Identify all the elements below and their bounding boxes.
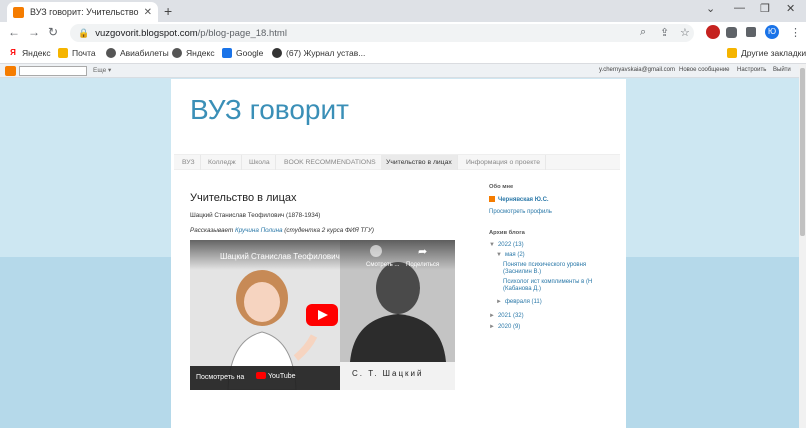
- share-icon[interactable]: ⇪: [660, 26, 669, 39]
- folder-icon: [727, 48, 737, 58]
- blogger-logo-icon[interactable]: [5, 66, 16, 76]
- youtube-embed[interactable]: Шацкий Станислав Теофилович Смотреть ...…: [190, 240, 455, 390]
- tab-school[interactable]: Школа: [244, 155, 276, 170]
- watch-on-youtube-bar[interactable]: Посмотреть на YouTube: [190, 366, 340, 390]
- video-title[interactable]: Шацкий Станислав Теофилович: [220, 252, 340, 261]
- tab-book-recommendations[interactable]: BOOK RECOMMENDATIONS: [279, 155, 382, 170]
- url-path: /p/blog-page_18.html: [197, 27, 287, 39]
- sign-out-link[interactable]: Выйти: [773, 67, 791, 73]
- bookmark-item[interactable]: Авиабилеты: [106, 48, 169, 58]
- archive-post-2-author[interactable]: (Кабанова Д.): [503, 286, 541, 292]
- browser-toolbar: ← → ↻ 🔒 vuzgovorit.blogspot.com/p/blog-p…: [0, 22, 806, 44]
- blog-title[interactable]: ВУЗ говорит: [190, 94, 349, 126]
- scrollbar-thumb[interactable]: [800, 68, 805, 236]
- share-label[interactable]: Поделиться: [406, 262, 439, 268]
- tab-teaching-faces[interactable]: Учительство в лицах: [381, 155, 458, 170]
- author-link[interactable]: Кручина Полина: [235, 227, 283, 234]
- tab-title: ВУЗ говорит: Учительство в лиц: [30, 7, 140, 17]
- new-post-link[interactable]: Новое сообщение: [679, 67, 730, 73]
- minimize-icon[interactable]: —: [734, 2, 745, 14]
- watch-later-label[interactable]: Смотреть ...: [366, 262, 399, 268]
- bookmark-star-icon[interactable]: ☆: [680, 26, 690, 39]
- browser-tab-strip: ВУЗ говорит: Учительство в лиц ✕ + ⌄ — ❐…: [0, 0, 806, 22]
- watch-later-icon[interactable]: [370, 245, 382, 257]
- bookmark-item[interactable]: Google: [222, 48, 263, 58]
- other-bookmarks[interactable]: Другие закладки: [727, 48, 806, 58]
- tab-about-project[interactable]: Информация о проекте: [461, 155, 547, 170]
- post-title: Учительство в лицах: [190, 192, 297, 204]
- bookmark-item[interactable]: (67) Журнал устав...: [272, 48, 365, 58]
- address-bar[interactable]: 🔒 vuzgovorit.blogspot.com/p/blog-page_18…: [70, 24, 694, 42]
- bookmark-item[interactable]: Я Яндекс: [8, 48, 50, 58]
- page-tabs: ВУЗ Колледж Школа BOOK RECOMMENDATIONS У…: [174, 154, 620, 170]
- post-author: Рассказывает Кручина Полина (студентка 2…: [190, 227, 374, 234]
- google-icon: [222, 48, 232, 58]
- expand-arrow-icon[interactable]: ▼: [489, 242, 495, 248]
- search-icon[interactable]: ⌕: [640, 26, 646, 39]
- extension-red-icon[interactable]: [706, 25, 720, 39]
- youtube-logo-icon: YouTube: [256, 372, 296, 380]
- url-host: vuzgovorit.blogspot.com: [95, 27, 198, 39]
- profile-name[interactable]: Чернявская Ю.С.: [489, 196, 549, 203]
- archive-post-2[interactable]: Психолог ист комплименты в (Н: [503, 279, 592, 285]
- about-heading: Обо мне: [489, 184, 514, 190]
- collapsed-arrow-icon[interactable]: ►: [489, 313, 495, 319]
- archive-year-2022[interactable]: ▼ 2022 (13): [489, 242, 524, 248]
- globe-icon: [172, 48, 182, 58]
- menu-kebab-icon[interactable]: ⋮: [790, 26, 801, 39]
- forward-icon[interactable]: →: [28, 25, 40, 39]
- next-blog-link[interactable]: Еще ▾: [93, 66, 111, 74]
- profile-avatar[interactable]: Ю: [765, 25, 779, 39]
- blog-search-input[interactable]: [19, 66, 87, 76]
- bookmark-item[interactable]: Почта: [58, 48, 96, 58]
- globe-icon: [106, 48, 116, 58]
- tab-college[interactable]: Колледж: [203, 155, 242, 170]
- bookmarks-bar: Я Яндекс Почта Авиабилеты Яндекс Google (…: [0, 44, 806, 64]
- new-tab-icon[interactable]: +: [164, 3, 172, 19]
- back-icon[interactable]: ←: [8, 25, 20, 39]
- bookmark-item[interactable]: Яндекс: [172, 48, 215, 58]
- browser-tab[interactable]: ВУЗ говорит: Учительство в лиц ✕: [7, 2, 158, 22]
- expand-arrow-icon[interactable]: ▼: [496, 252, 502, 258]
- play-button[interactable]: [306, 304, 338, 326]
- reading-list-icon[interactable]: [746, 27, 756, 37]
- lock-icon[interactable]: 🔒: [78, 28, 89, 39]
- tab-vuz[interactable]: ВУЗ: [177, 155, 201, 170]
- portrait-caption: С. Т. Шацкий: [352, 369, 424, 378]
- collapsed-arrow-icon[interactable]: ►: [489, 324, 495, 330]
- extensions-puzzle-icon[interactable]: [726, 27, 737, 38]
- blog-content: ВУЗ говорит ВУЗ Колледж Школа BOOK RECOM…: [171, 79, 626, 428]
- mail-icon: [58, 48, 68, 58]
- collapsed-arrow-icon[interactable]: ►: [496, 299, 502, 305]
- archive-post-1-author[interactable]: (Заснилин В.): [503, 269, 541, 275]
- blogger-favicon-icon: [13, 6, 24, 18]
- archive-year-2020[interactable]: ► 2020 (9): [489, 324, 520, 330]
- archive-month-february[interactable]: ► февраля (11): [496, 299, 542, 305]
- yandex-icon: Я: [10, 48, 16, 57]
- reload-icon[interactable]: ↻: [48, 25, 58, 39]
- archive-post-1[interactable]: Понятие психического уровня: [503, 262, 586, 268]
- blogger-profile-icon: [489, 196, 495, 202]
- archive-month-may[interactable]: ▼ мая (2): [496, 252, 525, 258]
- design-link[interactable]: Настроить: [737, 67, 766, 73]
- close-tab-icon[interactable]: ✕: [144, 7, 152, 18]
- archive-heading: Архив блога: [489, 230, 525, 236]
- archive-year-2021[interactable]: ► 2021 (32): [489, 313, 524, 319]
- close-window-icon[interactable]: ✕: [786, 2, 795, 15]
- view-profile-link[interactable]: Просмотреть профиль: [489, 209, 552, 215]
- arrow-circle-icon: [272, 48, 282, 58]
- watch-on-label: Посмотреть на: [196, 374, 245, 381]
- restore-icon[interactable]: ❐: [760, 2, 770, 15]
- blogger-navbar: Еще ▾ y.chernyavskaia@gmail.com Новое со…: [0, 64, 799, 78]
- tab-search-icon[interactable]: ⌄: [706, 2, 715, 15]
- post-person: Шацкий Станислав Теофилович (1878-1934): [190, 212, 321, 219]
- share-icon[interactable]: ➦: [418, 245, 427, 258]
- user-email: y.chernyavskaia@gmail.com: [599, 67, 676, 73]
